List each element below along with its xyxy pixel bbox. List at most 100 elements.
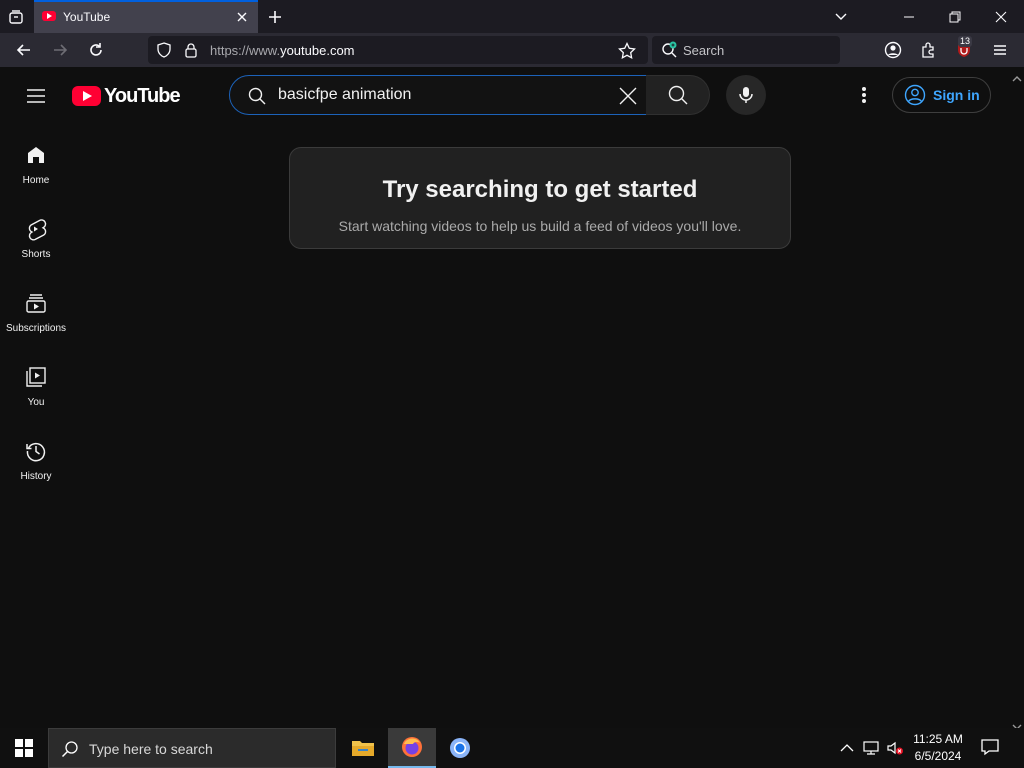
sidebar-item-label: You: [27, 397, 45, 408]
sidebar-item-subscriptions[interactable]: Subscriptions: [0, 285, 72, 359]
shorts-icon: [24, 217, 48, 241]
empty-feed-card: Try searching to get started Start watch…: [289, 147, 791, 249]
more-vertical-icon: [862, 87, 866, 103]
sidebar-item-label: Subscriptions: [5, 323, 67, 334]
folder-icon: [352, 741, 374, 756]
url-text: https://www.youtube.com: [210, 43, 355, 58]
youtube-logo[interactable]: YouTube: [72, 84, 181, 108]
new-tab-button[interactable]: [264, 6, 286, 28]
scrollbar-up-arrow[interactable]: [1012, 70, 1022, 82]
scrollbar-down-arrow[interactable]: [1012, 718, 1022, 730]
home-icon: [24, 143, 48, 167]
address-bar[interactable]: https://www.youtube.com: [148, 36, 648, 64]
list-all-tabs-button[interactable]: [5, 6, 27, 28]
forward-button[interactable]: [47, 38, 73, 62]
network-status[interactable]: [862, 739, 880, 757]
action-center-button[interactable]: [980, 738, 1002, 758]
reload-button[interactable]: [83, 38, 109, 62]
sidebar-item-label: Shorts: [21, 249, 51, 260]
youtube-play-icon: [72, 86, 101, 106]
chevron-up-icon: [840, 744, 854, 752]
start-button[interactable]: [0, 728, 48, 768]
account-button[interactable]: [880, 38, 906, 62]
taskbar-firefox[interactable]: [388, 728, 436, 768]
tab-overflow-button[interactable]: [818, 0, 864, 33]
close-window-icon: [995, 11, 1007, 22]
browser-toolbar: https://www.youtube.com Search 13: [0, 33, 1024, 67]
sidebar-item-history[interactable]: History: [0, 433, 72, 507]
plus-icon: [269, 11, 281, 23]
search-engine-icon: [661, 41, 679, 64]
firefox-icon: [402, 737, 422, 757]
hamburger-menu-icon: [994, 45, 1006, 55]
chrome-icon: [450, 738, 470, 758]
search-icon: [61, 740, 79, 758]
search-icon: [668, 85, 687, 105]
close-icon: [237, 12, 247, 22]
sidebar-item-shorts[interactable]: Shorts: [0, 211, 72, 285]
browser-search-box[interactable]: Search: [652, 36, 840, 64]
sign-in-button[interactable]: Sign in: [892, 77, 991, 113]
back-button[interactable]: [11, 38, 37, 62]
taskbar-search-box[interactable]: Type here to search: [48, 728, 336, 768]
empty-feed-subtitle: Start watching videos to help us build a…: [338, 218, 742, 234]
close-icon: [619, 87, 637, 105]
browser-tab-youtube[interactable]: YouTube: [34, 0, 258, 33]
bookmark-star-icon[interactable]: [618, 41, 636, 60]
search-icon: [247, 86, 267, 106]
search-button[interactable]: [646, 75, 710, 115]
restore-icon: [949, 11, 961, 22]
restore-button[interactable]: [932, 0, 978, 33]
chevron-down-icon: [835, 13, 847, 20]
show-hidden-icons-button[interactable]: [838, 739, 856, 757]
lock-icon[interactable]: [183, 42, 199, 58]
sidebar-item-label: Home: [22, 175, 50, 186]
guide-menu-button[interactable]: [24, 84, 48, 108]
taskbar-search-placeholder: Type here to search: [89, 741, 213, 757]
clock-date: 6/5/2024: [914, 749, 962, 763]
sidebar-item-label: History: [20, 471, 52, 482]
notification-icon: [981, 739, 999, 756]
extension-badge-count: 13: [958, 36, 973, 47]
app-menu-button[interactable]: [987, 38, 1013, 62]
extensions-button[interactable]: [916, 38, 942, 62]
account-circle-icon: [904, 84, 926, 106]
reload-icon: [90, 43, 102, 56]
close-window-button[interactable]: [978, 0, 1024, 33]
youtube-favicon-icon: [42, 11, 56, 21]
taskbar-file-explorer[interactable]: [339, 728, 387, 768]
browser-search-placeholder: Search: [683, 43, 725, 58]
youtube-page: YouTube basicfpe animation Sign in Home: [0, 67, 1024, 730]
arrow-left-icon: [16, 44, 30, 56]
volume-status[interactable]: [886, 739, 904, 757]
menu-icon: [27, 89, 45, 103]
you-icon: [24, 365, 48, 389]
subscriptions-icon: [24, 291, 48, 315]
empty-feed-title: Try searching to get started: [382, 176, 698, 203]
shield-icon[interactable]: [156, 42, 172, 58]
sidebar-item-home[interactable]: Home: [0, 137, 72, 211]
browser-tab-strip: YouTube: [0, 0, 1024, 33]
tab-list-icon: [9, 10, 23, 24]
settings-more-button[interactable]: [852, 83, 876, 107]
puzzle-icon: [922, 42, 934, 58]
network-icon: [863, 741, 879, 755]
clear-search-button[interactable]: [617, 85, 639, 107]
microphone-icon: [739, 87, 753, 103]
sidebar-item-you[interactable]: You: [0, 359, 72, 433]
close-tab-button[interactable]: [234, 9, 250, 25]
minimize-button[interactable]: [886, 0, 932, 33]
tab-title: YouTube: [63, 10, 111, 24]
taskbar-chrome[interactable]: [436, 728, 484, 768]
voice-search-button[interactable]: [726, 75, 766, 115]
arrow-right-icon: [54, 44, 68, 56]
search-query-text: basicfpe animation: [278, 86, 412, 103]
sign-in-label: Sign in: [933, 87, 980, 103]
volume-muted-icon: [887, 741, 903, 755]
minimize-icon: [904, 16, 914, 17]
account-icon: [884, 41, 902, 59]
search-input[interactable]: basicfpe animation: [229, 75, 647, 115]
taskbar-clock[interactable]: 11:25 AM 6/5/2024: [905, 731, 971, 765]
history-icon: [24, 439, 48, 463]
youtube-logo-text: YouTube: [104, 84, 181, 107]
